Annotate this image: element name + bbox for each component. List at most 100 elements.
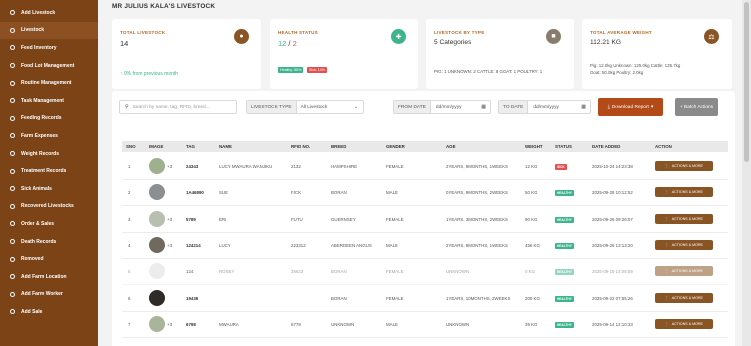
sidebar-item-feed-inventory[interactable]: Feed Inventory bbox=[0, 39, 98, 57]
cell-rfid: FICK bbox=[291, 190, 302, 196]
cell-weight: 39 KG bbox=[525, 321, 538, 327]
status-badge: HEALTHY bbox=[555, 190, 574, 197]
sidebar-item-routine-management[interactable]: Routine Management bbox=[0, 74, 98, 92]
sidebar-item-task-management[interactable]: Task Management bbox=[0, 92, 98, 110]
livestock-type-select[interactable]: LIVESTOCK TYPE All Livestock ⌄ bbox=[246, 100, 364, 114]
status-badge: HEALTHY bbox=[555, 216, 574, 223]
livestock-photo[interactable] bbox=[149, 184, 165, 201]
sidebar-item-label: Removed bbox=[21, 256, 44, 263]
sidebar-item-death-records[interactable]: Death Records bbox=[0, 233, 98, 251]
actions-more-button[interactable]: ⋮ ACTIONS & MORE bbox=[655, 239, 713, 250]
search-input[interactable]: Search by name, tag, RFID, breed... bbox=[133, 105, 210, 110]
batch-actions-button[interactable]: + Batch Actions bbox=[675, 98, 718, 116]
sidebar-item-order-sales[interactable]: Order & Sales bbox=[0, 215, 98, 233]
status-badge: SICK bbox=[555, 164, 567, 170]
sidebar-item-recovered-livestocks[interactable]: Recovered Livestocks bbox=[0, 198, 98, 216]
table-row[interactable]: 5 124 ROSEY 35623 BORAN FEMALE UNKNOWN 0 KG HEAL… bbox=[122, 259, 728, 286]
status-badge: HEALTHY bbox=[555, 321, 574, 328]
from-date-label: FROM DATE bbox=[394, 101, 431, 113]
cell-weight: 90 KG bbox=[525, 216, 538, 222]
health-status-card: HEALTH STATUS 12 / 2 ✚ Healthy: 86% Sick… bbox=[270, 19, 418, 89]
page-scrollbar[interactable] bbox=[742, 0, 751, 346]
extra-photos-count[interactable]: +3 bbox=[167, 243, 172, 248]
extra-photos-count[interactable]: +3 bbox=[167, 322, 172, 327]
cell-sno: 6 bbox=[128, 295, 131, 301]
scroll-thumb[interactable] bbox=[744, 2, 749, 162]
type-breakdown: PIG: 1 UNKNOWN: 2 CATTLE: 8 GOAT: 1 POUL… bbox=[434, 69, 543, 74]
more-vertical-icon: ⋮ bbox=[665, 164, 669, 168]
to-date-input[interactable]: dd/mm/yyyy bbox=[533, 105, 559, 110]
calendar-icon[interactable]: ▦ bbox=[581, 104, 586, 110]
sidebar-item-farm-expenses[interactable]: Farm Expenses bbox=[0, 127, 98, 145]
sidebar-item-feeding-records[interactable]: Feeding Records bbox=[0, 110, 98, 128]
sidebar-item-sick-animals[interactable]: Sick Animals bbox=[0, 180, 98, 198]
sidebar-item-label: Add Livestock bbox=[21, 9, 56, 16]
table-row[interactable]: 4 +3 124214 LUCY 223312 ABERDEEN ANGUS MALE 2YE… bbox=[122, 233, 728, 259]
sick-badge: Sick: 14% bbox=[307, 67, 327, 73]
cell-weight: 50 KG bbox=[525, 190, 538, 196]
livestock-photo[interactable] bbox=[149, 315, 165, 332]
routine-icon bbox=[9, 80, 16, 87]
sidebar-item-add-farm-worker[interactable]: Add Farm Worker bbox=[0, 286, 98, 304]
from-date-field[interactable]: FROM DATE dd/mm/yyyy ▦ bbox=[393, 100, 491, 114]
sidebar-item-add-sale[interactable]: Add Sale bbox=[0, 303, 98, 321]
cell-rfid: 2132 bbox=[291, 164, 301, 169]
column-header-status: STATUS bbox=[555, 144, 572, 149]
sidebar-item-livestock[interactable]: Livestock bbox=[0, 21, 98, 40]
sidebar-item-add-livestock[interactable]: Add Livestock bbox=[0, 4, 98, 22]
actions-more-button[interactable]: ⋮ ACTIONS & MORE bbox=[655, 213, 713, 224]
recovered-icon bbox=[9, 203, 16, 210]
table-row[interactable]: 7 +3 6798 MWAURA 6778 UNKNOWN MALE UNKNOWN 39 KG… bbox=[122, 312, 728, 338]
cell-date-added: 2025-09-22 07:55:26 bbox=[592, 295, 633, 301]
table-row[interactable]: 6 19436 BORAN FEMALE 1YEARS, 10MONTHS, 2WEEK… bbox=[122, 286, 728, 312]
search-icon: ⚲ bbox=[125, 104, 129, 110]
search-field[interactable]: ⚲ Search by name, tag, RFID, breed... bbox=[119, 100, 237, 114]
actions-more-button[interactable]: ⋮ ACTIONS & MORE bbox=[655, 266, 713, 277]
actions-more-button[interactable]: ⋮ ACTIONS & MORE bbox=[655, 161, 713, 171]
livestock-table-panel: ⚲ Search by name, tag, RFID, breed... LI… bbox=[112, 91, 735, 346]
livestock-photo[interactable] bbox=[149, 289, 165, 306]
sidebar-item-weight-records[interactable]: Weight Records bbox=[0, 145, 98, 163]
app-window: Add Livestock Livestock Feed Inventory Food… bbox=[0, 0, 751, 346]
table-header: SNO IMAGE TAG NAME RFID NO. BREED GENDER AGE WEI… bbox=[122, 141, 728, 152]
table-row[interactable]: 1 +3 24343 LUCY MWAURA WANJIKU 2132 HAMPSHIRE… bbox=[122, 154, 728, 180]
livestock-photo[interactable] bbox=[149, 158, 165, 174]
sidebar-item-food-lot-management[interactable]: Food Lot Management bbox=[0, 57, 98, 75]
livestock-photo[interactable] bbox=[149, 263, 165, 280]
sidebar-item-add-farm-location[interactable]: Add Farm Location bbox=[0, 268, 98, 286]
sidebar-item-removed[interactable]: Removed bbox=[0, 250, 98, 268]
total-livestock-card: TOTAL LIVESTOCK 14 ● ↑ 0% from previous … bbox=[112, 19, 261, 89]
cell-rfid: 223312 bbox=[291, 242, 306, 248]
chevron-down-icon: ⌄ bbox=[353, 104, 358, 110]
cell-rfid: 35623 bbox=[291, 269, 304, 275]
card-label: HEALTH STATUS bbox=[278, 30, 318, 35]
cell-age: 1YEARS, 10MONTHS, 2WEEKS bbox=[446, 295, 511, 301]
to-date-field[interactable]: TO DATE dd/mm/yyyy ▦ bbox=[498, 100, 591, 114]
extra-photos-count[interactable]: +3 bbox=[167, 164, 172, 169]
livestock-photo[interactable] bbox=[149, 210, 165, 227]
expenses-icon bbox=[9, 132, 16, 139]
table-row[interactable]: 3 +3 5789 ERI FUTU GUERNSEY FEMALE 1YEARS, 3MON… bbox=[122, 207, 728, 233]
type-value[interactable]: All Livestock bbox=[301, 105, 328, 110]
calendar-icon[interactable]: ▦ bbox=[481, 104, 486, 110]
actions-more-button[interactable]: ⋮ ACTIONS & MORE bbox=[655, 187, 713, 198]
caret-down-icon: ▾ bbox=[650, 104, 654, 110]
cell-name: MWAURA bbox=[219, 321, 239, 327]
actions-more-button[interactable]: ⋮ ACTIONS & MORE bbox=[655, 292, 713, 303]
column-header-tag: TAG bbox=[186, 144, 195, 149]
medical-plus-icon bbox=[9, 185, 16, 192]
weight-chart-icon bbox=[9, 150, 16, 157]
sidebar-item-label: Sick Animals bbox=[21, 185, 52, 192]
sidebar-item-treatment-records[interactable]: Treatment Records bbox=[0, 162, 98, 180]
cell-weight: 0 KG bbox=[525, 269, 536, 275]
average-weight-card: TOTAL AVERAGE WEIGHT 112.21 KG ⚖ Pig: 12… bbox=[582, 19, 732, 89]
health-icon: ✚ bbox=[391, 29, 406, 44]
livestock-photo[interactable] bbox=[149, 236, 165, 253]
download-report-button[interactable]: ⤓ Download Report ▾ bbox=[598, 98, 663, 116]
actions-more-button[interactable]: ⋮ ACTIONS & MORE bbox=[655, 318, 713, 329]
table-row[interactable]: 2 1A46890 SUE FICK BORAN MALE 0YEARS, 9MONTHS,… bbox=[122, 180, 728, 207]
category-icon: ■ bbox=[546, 29, 561, 44]
extra-photos-count[interactable]: +3 bbox=[167, 217, 172, 222]
from-date-input[interactable]: dd/mm/yyyy bbox=[436, 105, 462, 110]
download-icon: ⤓ bbox=[607, 105, 610, 110]
